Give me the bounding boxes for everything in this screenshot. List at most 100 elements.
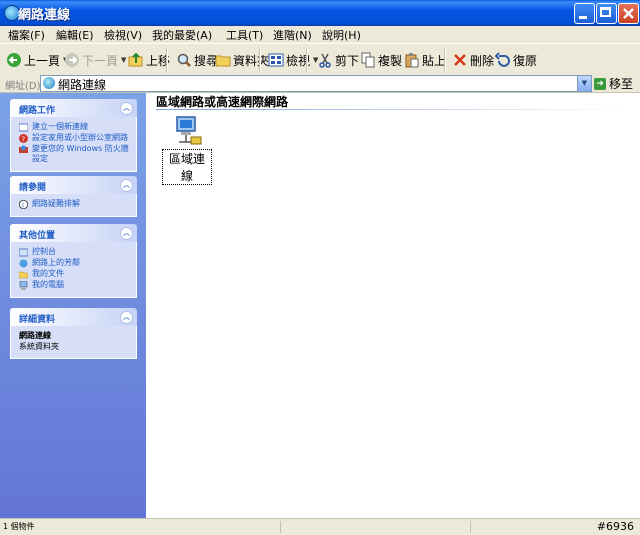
up-button[interactable]: 上移 xyxy=(128,47,170,73)
address-value: 網路連線 xyxy=(58,78,107,92)
back-button[interactable]: 上一頁 ▼ xyxy=(6,47,68,73)
network-tasks-panel: 網路工作 ︽ 建立一個新連線 ? 設定家用或小型辦公室網路 變更您的 Windo… xyxy=(10,99,137,172)
toolbar-separator xyxy=(306,48,308,72)
toolbar: 上一頁 ▼ 下一頁 ▼ 上移 搜尋 資料夾 檢視 ▼ 剪下 複製 貼上 刪除 xyxy=(0,43,640,76)
task-label: 控制台 xyxy=(32,247,56,256)
menu-tools[interactable]: 工具(T) xyxy=(226,27,263,43)
place-control-panel[interactable]: 控制台 xyxy=(19,247,132,257)
delete-label: 刪除 xyxy=(470,53,495,68)
address-label: 網址(D) xyxy=(5,81,41,92)
copy-button[interactable]: 複製 xyxy=(360,47,402,73)
address-dropdown-button[interactable]: ▼ xyxy=(577,76,591,91)
views-button[interactable]: 檢視 ▼ xyxy=(268,47,318,73)
undo-label: 復原 xyxy=(513,53,538,68)
see-also-header[interactable]: 請參閱 ︽ xyxy=(10,176,137,194)
other-places-header[interactable]: 其他位置 ︽ xyxy=(10,224,137,242)
task-label: 設定家用或小型辦公室網路 xyxy=(32,133,128,142)
address-input[interactable]: 網路連線 ▼ xyxy=(40,75,592,92)
paste-button[interactable]: 貼上 xyxy=(404,47,446,73)
copy-label: 複製 xyxy=(378,53,403,68)
forward-label: 下一頁 xyxy=(82,53,119,68)
folder-up-icon xyxy=(128,52,144,68)
panel-title: 其他位置 xyxy=(19,231,56,241)
back-arrow-icon xyxy=(6,52,22,68)
details-header[interactable]: 詳細資料 ︽ xyxy=(10,308,137,326)
status-id: #6936 xyxy=(596,520,634,533)
place-my-documents[interactable]: 我的文件 xyxy=(19,269,132,279)
control-panel-icon xyxy=(19,248,28,257)
close-icon xyxy=(623,8,634,19)
task-label: 網路上的芳鄰 xyxy=(32,258,80,267)
cut-button[interactable]: 剪下 xyxy=(317,47,359,73)
task-firewall[interactable]: 變更您的 Windows 防火牆設定 xyxy=(19,144,132,164)
details-type: 系統資料夾 xyxy=(19,342,59,351)
task-label: 變更您的 Windows 防火牆設定 xyxy=(32,144,129,163)
maximize-button[interactable] xyxy=(596,3,617,24)
menu-file[interactable]: 檔案(F) xyxy=(8,27,45,43)
title-bar[interactable]: 網路連線 xyxy=(0,0,640,26)
copy-icon xyxy=(360,52,376,68)
folder-icon xyxy=(19,271,28,279)
menu-view[interactable]: 檢視(V) xyxy=(104,27,142,43)
network-tasks-header[interactable]: 網路工作 ︽ xyxy=(10,99,137,117)
panel-body: 控制台 網路上的芳鄰 我的文件 我的電腦 xyxy=(10,242,137,298)
panel-title: 網路工作 xyxy=(19,106,56,116)
menu-favorites[interactable]: 我的最愛(A) xyxy=(152,27,212,43)
delete-button[interactable]: 刪除 xyxy=(452,47,494,73)
connection-item[interactable]: 區域連線 xyxy=(162,115,212,185)
folder-icon xyxy=(215,52,231,68)
panel-body: 建立一個新連線 ? 設定家用或小型辦公室網路 變更您的 Windows 防火牆設… xyxy=(10,117,137,172)
file-list[interactable]: 區域網路或高速網際網路 區域連線 xyxy=(146,93,640,518)
menu-edit[interactable]: 編輯(E) xyxy=(56,27,94,43)
place-network-neighborhood[interactable]: 網路上的芳鄰 xyxy=(19,258,132,268)
minimize-button[interactable] xyxy=(574,3,595,24)
task-home-network[interactable]: ? 設定家用或小型辦公室網路 xyxy=(19,133,132,143)
local-area-connection-icon xyxy=(171,115,203,147)
task-new-connection[interactable]: 建立一個新連線 xyxy=(19,122,132,132)
menu-help[interactable]: 說明(H) xyxy=(322,27,361,43)
scissors-icon xyxy=(317,52,333,68)
status-text: 1 個物件 xyxy=(3,522,35,531)
see-also-panel: 請參閱 ︽ i 網路疑難排解 xyxy=(10,176,137,217)
network-places-icon xyxy=(19,259,28,268)
paste-label: 貼上 xyxy=(422,53,447,68)
paste-icon xyxy=(404,52,420,68)
search-button[interactable]: 搜尋 xyxy=(176,47,218,73)
computer-icon xyxy=(19,281,28,290)
views-icon xyxy=(268,52,284,68)
svg-text:i: i xyxy=(22,202,24,210)
task-label: 我的電腦 xyxy=(32,280,64,289)
collapse-icon[interactable]: ︽ xyxy=(120,227,133,240)
panel-title: 請參閱 xyxy=(19,183,47,193)
status-divider xyxy=(280,521,281,533)
group-header: 區域網路或高速網際網路 xyxy=(156,95,289,109)
go-button[interactable]: ➜ 移至 xyxy=(594,75,633,92)
collapse-icon[interactable]: ︽ xyxy=(120,179,133,192)
svg-text:?: ? xyxy=(22,136,26,144)
task-pane: 網路工作 ︽ 建立一個新連線 ? 設定家用或小型辦公室網路 變更您的 Windo… xyxy=(0,93,146,518)
chevron-down-icon: ▼ xyxy=(121,56,127,64)
collapse-icon[interactable]: ︽ xyxy=(120,311,133,324)
network-connections-icon xyxy=(43,77,55,89)
cut-label: 剪下 xyxy=(335,53,360,68)
help-icon: ? xyxy=(19,134,28,143)
address-bar: 網址(D) 網路連線 ▼ ➜ 移至 xyxy=(0,74,640,93)
maximize-icon xyxy=(600,7,611,17)
menu-advanced[interactable]: 進階(N) xyxy=(273,27,312,43)
undo-button[interactable]: 復原 xyxy=(494,47,538,73)
panel-body: i 網路疑難排解 xyxy=(10,194,137,217)
toolbar-separator xyxy=(166,48,168,72)
details-name: 網路連線 xyxy=(19,331,51,340)
place-my-computer[interactable]: 我的電腦 xyxy=(19,280,132,290)
group-divider xyxy=(156,109,630,110)
task-label: 建立一個新連線 xyxy=(32,122,88,131)
window-title: 網路連線 xyxy=(18,8,71,23)
panel-title: 詳細資料 xyxy=(19,315,56,325)
task-label: 網路疑難排解 xyxy=(32,199,80,208)
toolbar-separator xyxy=(444,48,446,72)
firewall-icon xyxy=(19,145,28,153)
forward-button[interactable]: 下一頁 ▼ xyxy=(64,47,126,73)
close-button[interactable] xyxy=(618,3,639,24)
task-troubleshooter[interactable]: i 網路疑難排解 xyxy=(19,199,132,209)
collapse-icon[interactable]: ︽ xyxy=(120,102,133,115)
